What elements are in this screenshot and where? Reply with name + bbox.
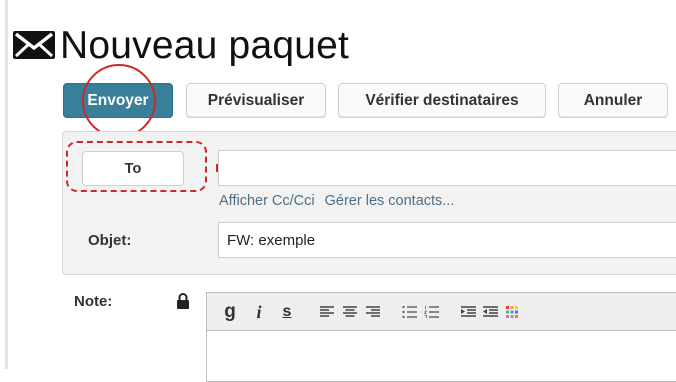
bulleted-list-icon[interactable]: [401, 301, 417, 323]
show-cc-link[interactable]: Afficher Cc/Cci: [219, 193, 315, 209]
mail-icon: [13, 31, 55, 59]
page-title: Nouveau paquet: [60, 23, 350, 67]
page-header: Nouveau paquet: [12, 20, 349, 70]
preview-button[interactable]: Prévisualiser: [186, 83, 326, 118]
subject-input[interactable]: FW: exemple: [218, 222, 676, 258]
indent-icon[interactable]: [460, 301, 476, 323]
note-label: Note:: [74, 293, 113, 310]
italic-icon[interactable]: i: [251, 301, 267, 323]
page-edge: [5, 0, 8, 369]
align-center-icon[interactable]: [342, 301, 358, 323]
strikethrough-icon[interactable]: s: [279, 301, 295, 323]
editor-toolbar: g i s: [207, 293, 676, 331]
bold-icon[interactable]: g: [221, 301, 239, 323]
send-button[interactable]: Envoyer: [63, 83, 173, 118]
lock-icon[interactable]: [176, 292, 190, 310]
outdent-icon[interactable]: [482, 301, 498, 323]
align-right-icon[interactable]: [365, 301, 381, 323]
to-button[interactable]: To: [82, 151, 184, 186]
numbered-list-icon[interactable]: [423, 301, 439, 323]
align-left-icon[interactable]: [319, 301, 335, 323]
manage-contacts-link[interactable]: Gérer les contacts...: [325, 193, 455, 209]
to-input[interactable]: [218, 150, 676, 186]
cancel-button[interactable]: Annuler: [558, 83, 668, 118]
color-picker-icon[interactable]: [505, 301, 519, 323]
recipient-links: Afficher Cc/Cci Gérer les contacts...: [219, 193, 454, 209]
subject-label: Objet:: [88, 232, 132, 249]
check-recipients-button[interactable]: Vérifier destinataires: [338, 83, 546, 118]
